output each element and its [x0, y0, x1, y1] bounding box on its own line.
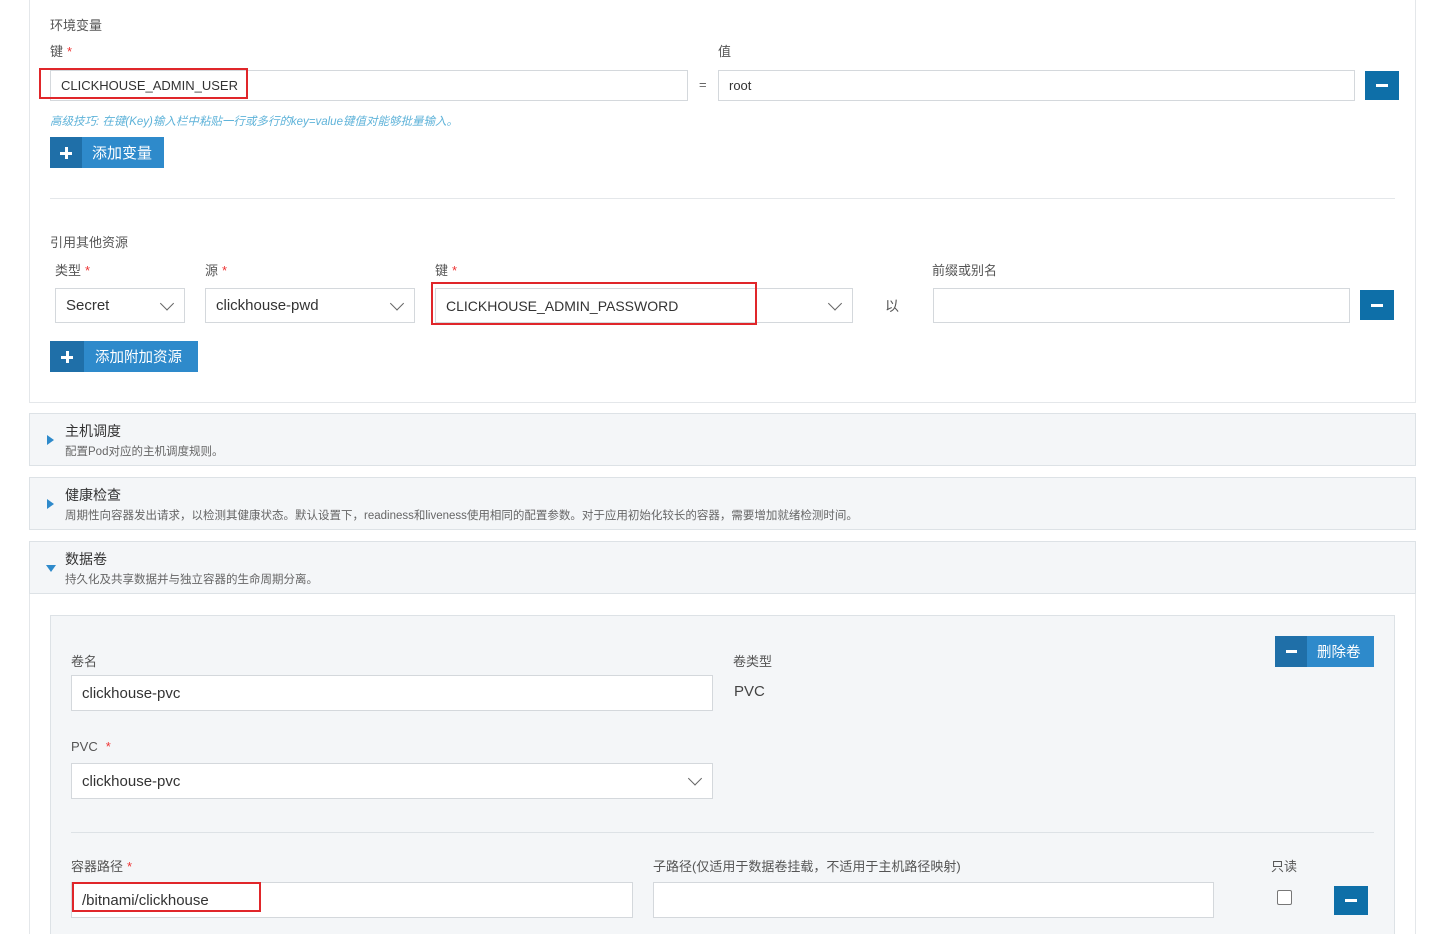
minus-icon: [1345, 899, 1357, 902]
collapse-arrow-icon: [46, 565, 56, 572]
add-resource-button[interactable]: 添加附加资源: [50, 341, 198, 372]
ref-as-text: 以: [885, 298, 899, 314]
env-key-label: 键 *: [50, 44, 73, 59]
volume-type-label: 卷类型: [733, 654, 773, 669]
plus-icon: [50, 341, 84, 372]
volume-type-value: PVC: [734, 683, 765, 700]
pvc-select[interactable]: clickhouse-pvc: [71, 763, 713, 799]
chevron-down-icon: [827, 295, 843, 311]
panel-title: 数据卷: [65, 551, 107, 567]
add-resource-label: 添加附加资源: [95, 350, 182, 366]
ref-key-select[interactable]: CLICKHOUSE_ADMIN_PASSWORD: [435, 288, 853, 323]
panel-volumes[interactable]: 数据卷 持久化及共享数据并与独立容器的生命周期分离。: [29, 541, 1416, 594]
subpath-label: 子路径(仅适用于数据卷挂载，不适用于主机路径映射): [653, 859, 961, 874]
ref-prefix-input[interactable]: [933, 288, 1350, 323]
env-value-label: 值: [718, 44, 732, 59]
panel-title: 主机调度: [65, 423, 121, 439]
volume-divider: [71, 832, 1374, 833]
mount-remove-button[interactable]: [1334, 886, 1368, 915]
volume-name-label: 卷名: [71, 654, 98, 669]
chevron-down-icon: [159, 295, 175, 311]
delete-volume-label: 删除卷: [1317, 645, 1361, 661]
divider: [50, 198, 1395, 199]
ref-source-select[interactable]: clickhouse-pwd: [205, 288, 415, 323]
subpath-input[interactable]: [653, 882, 1214, 918]
ref-key-label: 键 *: [435, 263, 458, 278]
panel-desc: 周期性向容器发出请求，以检测其健康状态。默认设置下，readiness和live…: [65, 510, 858, 522]
minus-icon: [1275, 636, 1307, 667]
mount-path-input[interactable]: /bitnami/clickhouse: [71, 882, 633, 918]
ref-prefix-label: 前缀或别名: [932, 263, 998, 278]
env-key-input[interactable]: CLICKHOUSE_ADMIN_USER: [50, 70, 688, 101]
add-variable-button[interactable]: 添加变量: [50, 137, 164, 168]
plus-icon: [50, 137, 82, 168]
env-card: [29, 0, 1416, 403]
delete-volume-button[interactable]: 删除卷: [1275, 636, 1374, 667]
panel-title: 健康检查: [65, 487, 121, 503]
env-value-input[interactable]: root: [718, 70, 1355, 101]
panel-desc: 配置Pod对应的主机调度规则。: [65, 446, 224, 458]
env-equals: =: [699, 77, 707, 92]
chevron-down-icon: [687, 771, 703, 786]
env-tip: 高级技巧: 在键(Key)输入栏中粘贴一行或多行的key=value键值对能够批…: [50, 116, 458, 128]
pvc-label: PVC *: [71, 739, 111, 754]
add-variable-label: 添加变量: [92, 145, 153, 162]
expand-arrow-icon: [47, 499, 54, 509]
minus-icon: [1371, 303, 1383, 307]
panel-scheduling[interactable]: 主机调度 配置Pod对应的主机调度规则。: [29, 413, 1416, 466]
chevron-down-icon: [389, 295, 405, 311]
env-section-label: 环境变量: [50, 18, 103, 33]
volume-name-input[interactable]: clickhouse-pvc: [71, 675, 713, 711]
minus-icon: [1376, 84, 1388, 87]
panel-desc: 持久化及共享数据并与独立容器的生命周期分离。: [65, 574, 318, 586]
env-remove-button[interactable]: [1365, 71, 1399, 100]
ref-remove-button[interactable]: [1360, 290, 1394, 320]
mount-path-label: 容器路径 *: [71, 859, 133, 874]
readonly-label: 只读: [1271, 859, 1298, 874]
expand-arrow-icon: [47, 435, 54, 445]
readonly-checkbox[interactable]: [1277, 890, 1292, 905]
ref-source-label: 源 *: [205, 263, 228, 278]
ref-type-select[interactable]: Secret: [55, 288, 185, 323]
panel-health-check[interactable]: 健康检查 周期性向容器发出请求，以检测其健康状态。默认设置下，readiness…: [29, 477, 1416, 530]
ref-section-label: 引用其他资源: [50, 235, 129, 250]
ref-type-label: 类型 *: [55, 263, 91, 278]
